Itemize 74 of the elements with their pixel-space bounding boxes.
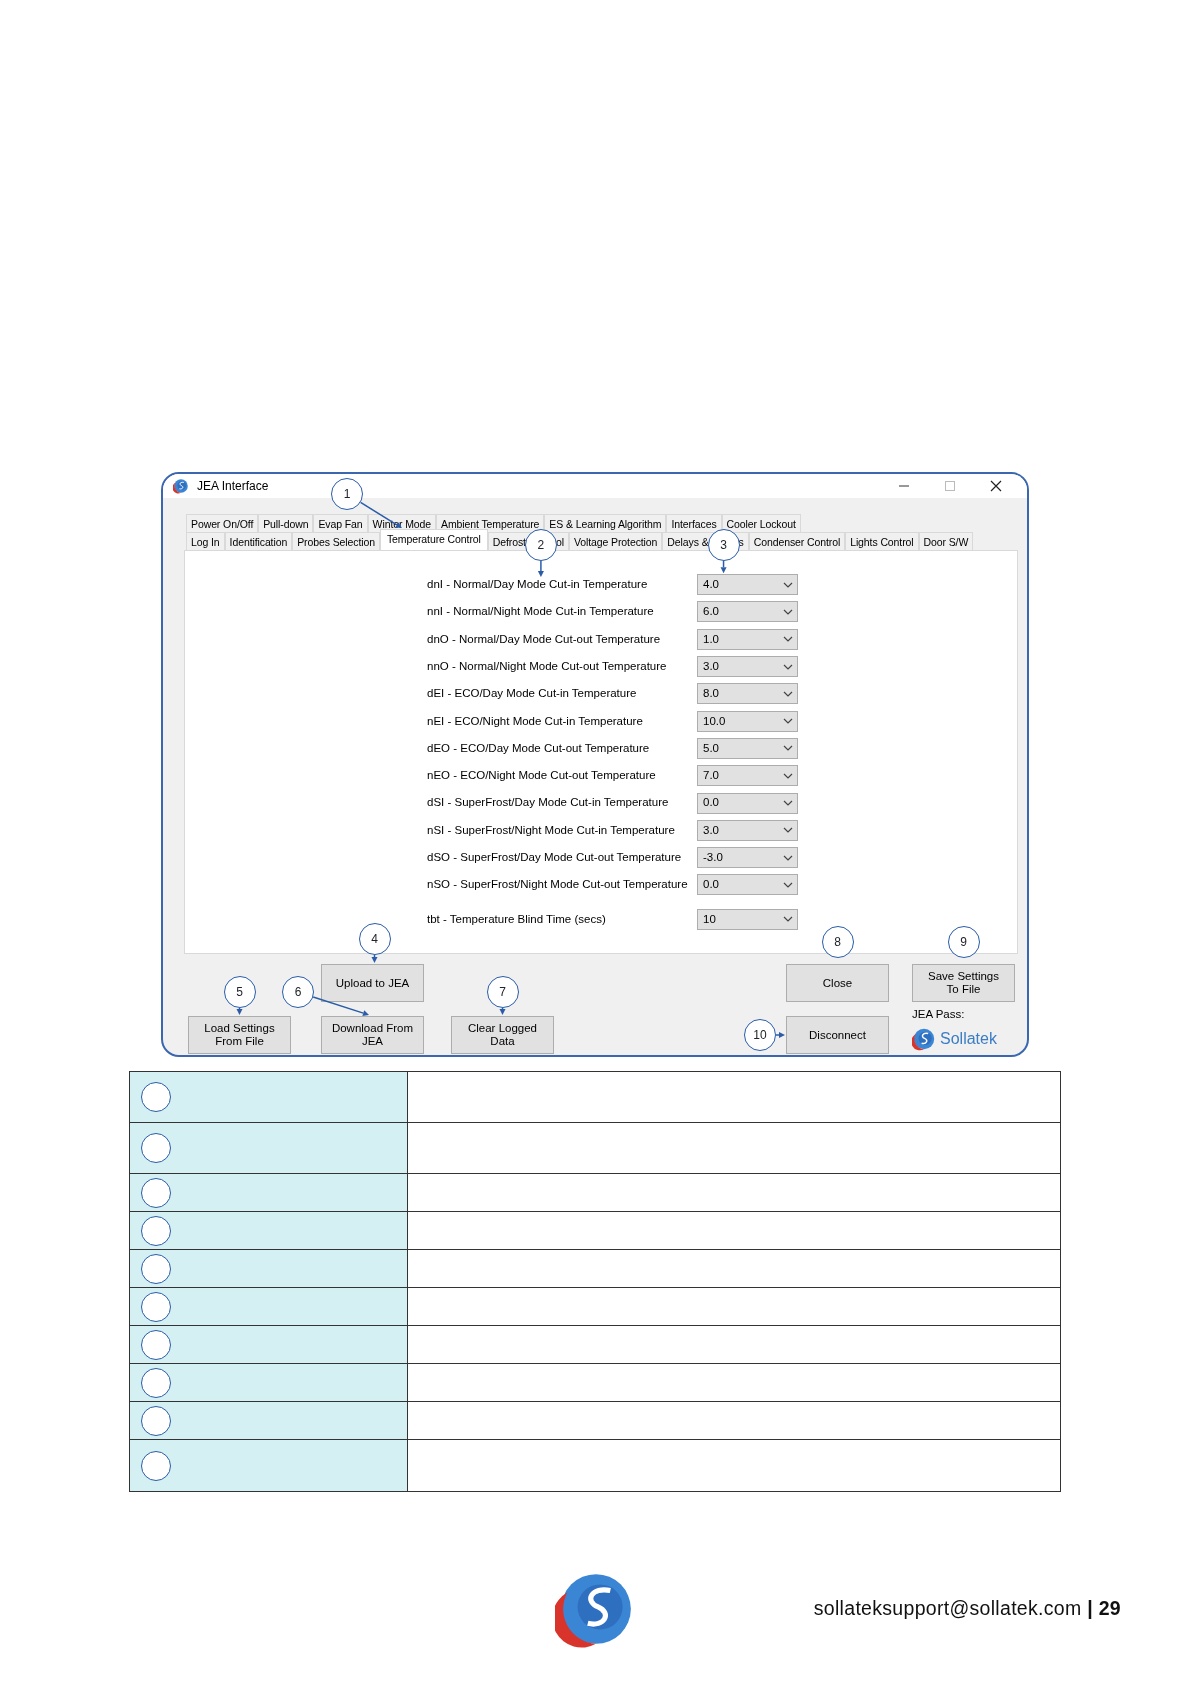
dropdown[interactable]: 3.0 (697, 656, 798, 678)
setting-label: nEO - ECO/Night Mode Cut-out Temperature (427, 769, 656, 782)
blank-callout-circle (141, 1177, 171, 1208)
blank-callout-circle (141, 1367, 171, 1398)
button[interactable]: Upload to JEA (321, 964, 424, 1002)
dropdown[interactable]: 0.0 (697, 874, 798, 896)
pass-label: JEA Pass: (912, 1007, 966, 1022)
dropdown[interactable]: 10 (697, 908, 798, 930)
leader-line (499, 1007, 506, 1015)
dropdown[interactable]: 0.0 (697, 792, 798, 814)
setting-label: nnO - Normal/Night Mode Cut-out Temperature (427, 659, 667, 672)
button[interactable]: Disconnect (786, 1016, 889, 1054)
tab[interactable]: Probes Selection (292, 532, 380, 550)
setting-label: dEI - ECO/Day Mode Cut-in Temperature (427, 687, 637, 700)
tab[interactable]: Evap Fan (313, 514, 368, 532)
leader-line (720, 560, 727, 574)
button[interactable]: Download From JEA (321, 1016, 424, 1054)
dropdown[interactable]: 6.0 (697, 601, 798, 623)
blank-callout-circle (141, 1450, 171, 1481)
logo-text: Sollatek (940, 1029, 997, 1050)
setting-label: dEO - ECO/Day Mode Cut-out Temperature (427, 741, 650, 754)
button[interactable]: Clear Logged Data (451, 1016, 554, 1054)
setting-label: tbt - Temperature Blind Time (secs) (427, 912, 606, 925)
tab[interactable]: Voltage Protection (568, 532, 663, 550)
tab[interactable]: Interfaces (666, 514, 722, 532)
tab[interactable]: Ambient Temperature (436, 514, 545, 532)
footer-contact: sollateksupport@sollatek.com | 29 (813, 1596, 1121, 1622)
setting-label: nEI - ECO/Night Mode Cut-in Temperature (427, 714, 643, 727)
dropdown[interactable]: -3.0 (697, 847, 798, 869)
dropdown[interactable]: 10.0 (697, 710, 798, 732)
close-icon[interactable] (990, 480, 1002, 492)
setting-label: nnI - Normal/Night Mode Cut-in Temperature (427, 605, 654, 618)
setting-label: dnO - Normal/Day Mode Cut-out Temperature (427, 632, 661, 645)
leader-line (537, 560, 544, 577)
tab[interactable]: Identification (224, 532, 293, 550)
dropdown[interactable]: 7.0 (697, 765, 798, 787)
setting-label: dSI - SuperFrost/Day Mode Cut-in Temperature (427, 796, 669, 809)
maximize-icon[interactable] (944, 480, 956, 492)
app-icon (173, 478, 189, 494)
tab[interactable]: Cooler Lockout (721, 514, 801, 532)
setting-label: nSO - SuperFrost/Night Mode Cut-out Temperature (427, 878, 688, 891)
leader-line (775, 1032, 785, 1038)
blank-callout-circle (141, 1082, 171, 1112)
chevron-down-icon (783, 798, 793, 808)
window-title: JEA Interface (197, 478, 269, 495)
swirl-logo-icon (912, 1027, 936, 1052)
blank-callout-circle (141, 1253, 171, 1284)
dropdown[interactable]: 8.0 (697, 683, 798, 705)
blank-callout-circle (141, 1291, 171, 1322)
dropdown[interactable]: 3.0 (697, 819, 798, 841)
blank-callout-circle (141, 1405, 171, 1436)
button[interactable]: Close (786, 964, 889, 1002)
tab[interactable]: Temperature Control (379, 529, 488, 550)
leader-line (312, 996, 369, 1016)
leader-line (236, 1007, 243, 1015)
blank-callout-circle (141, 1133, 171, 1163)
setting-label: dnI - Normal/Day Mode Cut-in Temperature (427, 578, 648, 590)
dropdown[interactable]: 4.0 (697, 574, 798, 596)
dropdown[interactable]: 1.0 (697, 628, 798, 650)
tab[interactable]: Lights Control (845, 532, 919, 550)
setting-label: nSI - SuperFrost/Night Mode Cut-in Temperature (427, 823, 675, 836)
blank-callout-circle (141, 1215, 171, 1246)
dropdown[interactable]: 5.0 (697, 737, 798, 759)
tab[interactable]: Power On/Off (186, 514, 259, 532)
tab[interactable]: ES & Learning Algorithm (544, 514, 667, 532)
button[interactable]: Load Settings From File (188, 1016, 291, 1054)
tab[interactable]: Log In (186, 532, 225, 550)
tab[interactable]: Pull-down (258, 514, 314, 532)
leader-line (371, 954, 378, 963)
tab[interactable]: Door S/W (918, 532, 974, 550)
button[interactable]: Save Settings To File (912, 964, 1015, 1002)
setting-label: dSO - SuperFrost/Day Mode Cut-out Temperature (427, 851, 682, 863)
tab[interactable]: Condenser Control (748, 532, 846, 550)
blank-callout-circle (141, 1329, 171, 1360)
